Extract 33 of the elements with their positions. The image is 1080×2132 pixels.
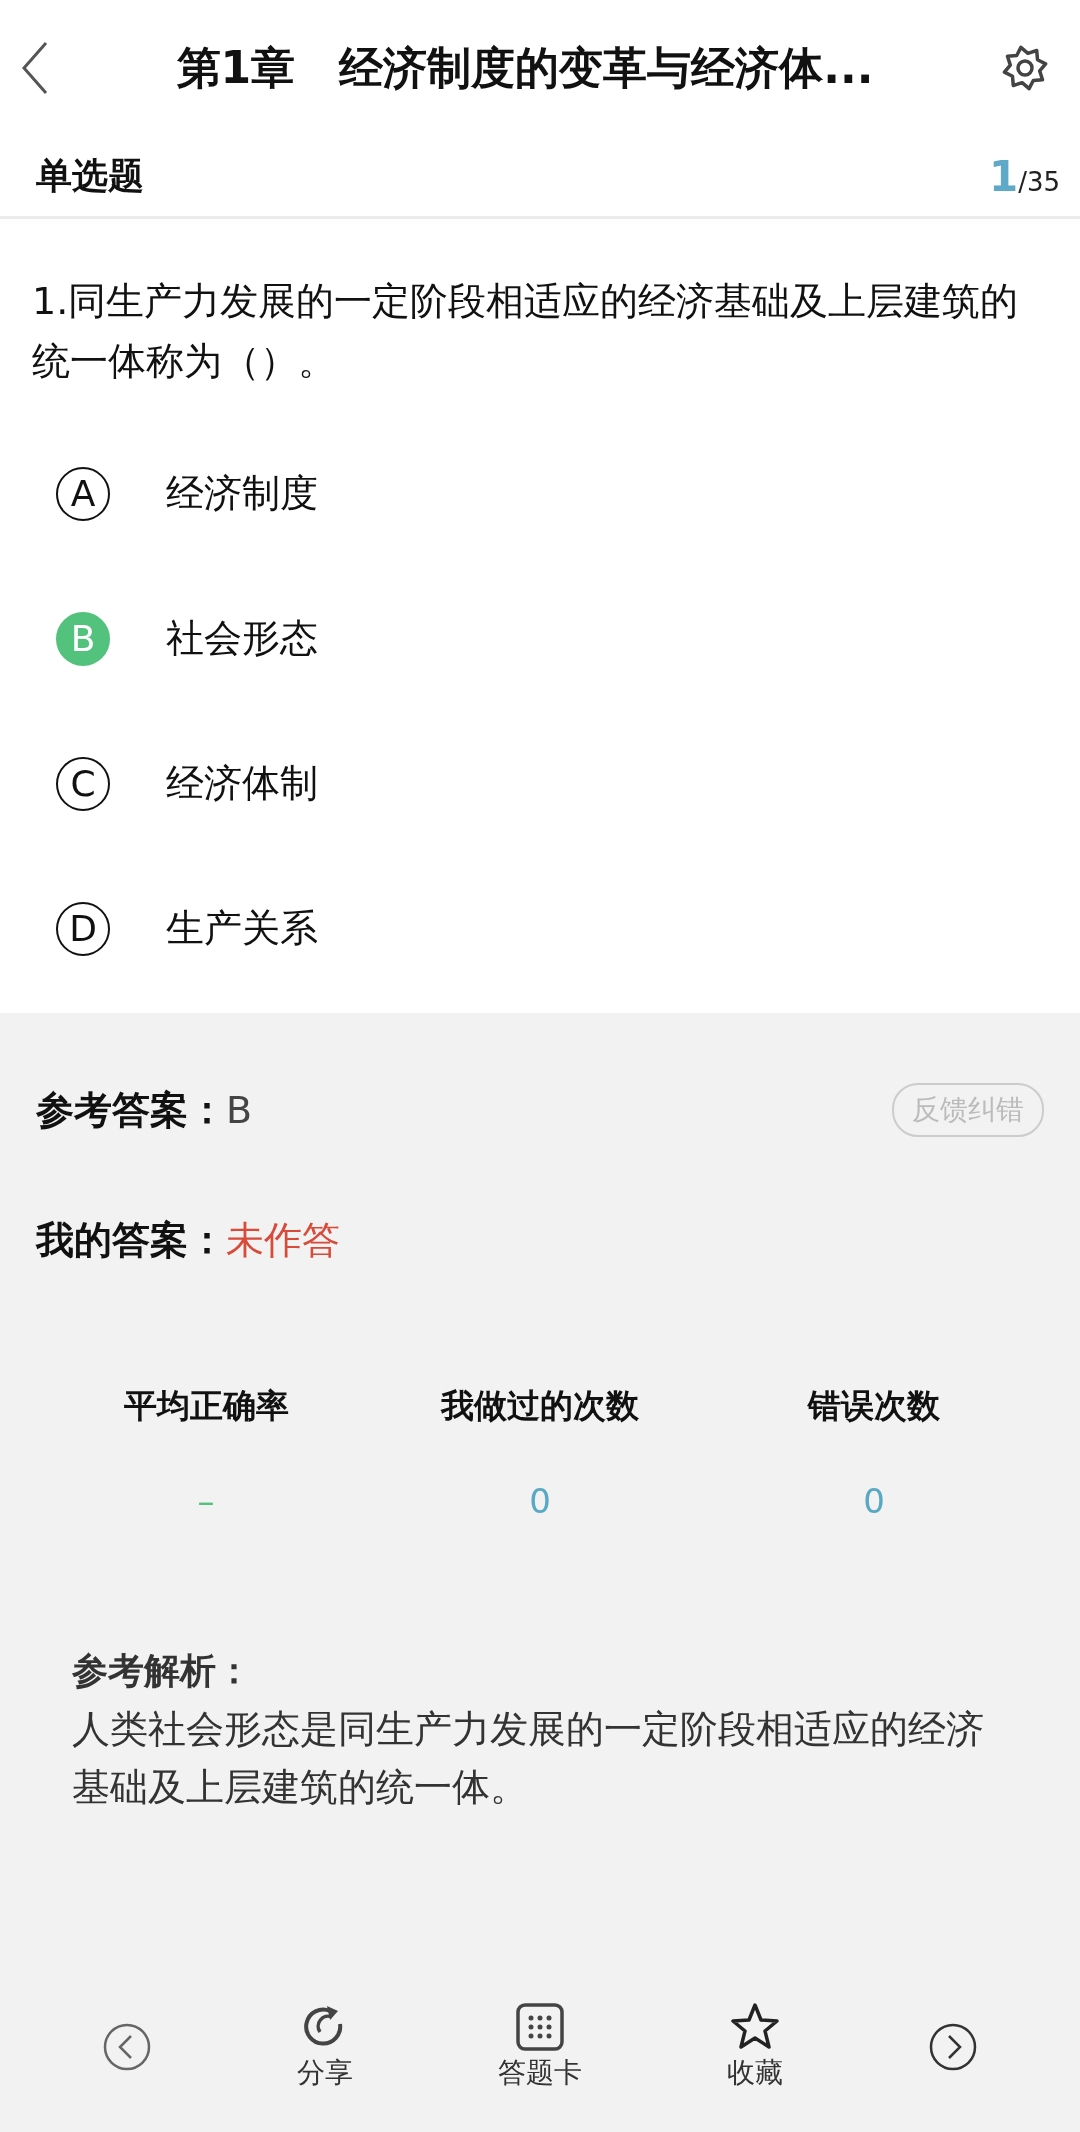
stat-label: 平均正确率 (123, 1385, 289, 1427)
question-text: 1.同生产力发展的一定阶段相适应的经济基础及上层建筑的统一体称为（）。 (31, 278, 1020, 385)
stat-value: 0 (529, 1481, 551, 1521)
answer-option[interactable]: C 经济体制 (0, 711, 1080, 856)
question-counter: 1/35 (988, 151, 1060, 201)
next-icon[interactable] (927, 2022, 978, 2072)
back-icon[interactable] (20, 40, 50, 96)
option-marker: B (56, 611, 110, 666)
question-type: 单选题 (36, 153, 144, 198)
my-answer-value: 未作答 (226, 1218, 340, 1262)
answer-option[interactable]: B 社会形态 (0, 566, 1080, 711)
analysis-label: 参考解析： (72, 1649, 253, 1693)
my-answer-label: 我的答案： (36, 1218, 226, 1262)
answer-option[interactable]: D 生产关系 (0, 856, 1080, 1001)
star-icon (729, 2002, 780, 2052)
answer-option[interactable]: A 经济制度 (0, 421, 1080, 566)
stat-value: 0 (863, 1481, 885, 1521)
settings-icon[interactable] (1000, 43, 1050, 93)
reference-answer-label: 参考答案： (36, 1087, 226, 1132)
stat-value: – (197, 1481, 215, 1521)
toolbar-button[interactable]: 答题卡 (498, 2002, 582, 2092)
toolbar-button[interactable]: 收藏 (726, 2002, 783, 2092)
analysis-text: 人类社会形态是同生产力发展的一定阶段相适应的经济基础及上层建筑的统一体。 (72, 1706, 985, 1811)
reference-answer-value: B (226, 1087, 253, 1132)
previous-icon[interactable] (102, 2022, 153, 2072)
stat-label: 错误次数 (808, 1385, 940, 1427)
stat-label: 我做过的次数 (441, 1385, 639, 1427)
option-marker: D (56, 901, 110, 956)
page-title: 第1章 经济制度的变革与经济体... (175, 40, 875, 95)
grid-icon (515, 2002, 565, 2052)
toolbar-button[interactable]: 分享 (297, 2002, 354, 2092)
option-marker: A (56, 466, 110, 521)
option-marker: C (56, 756, 110, 811)
